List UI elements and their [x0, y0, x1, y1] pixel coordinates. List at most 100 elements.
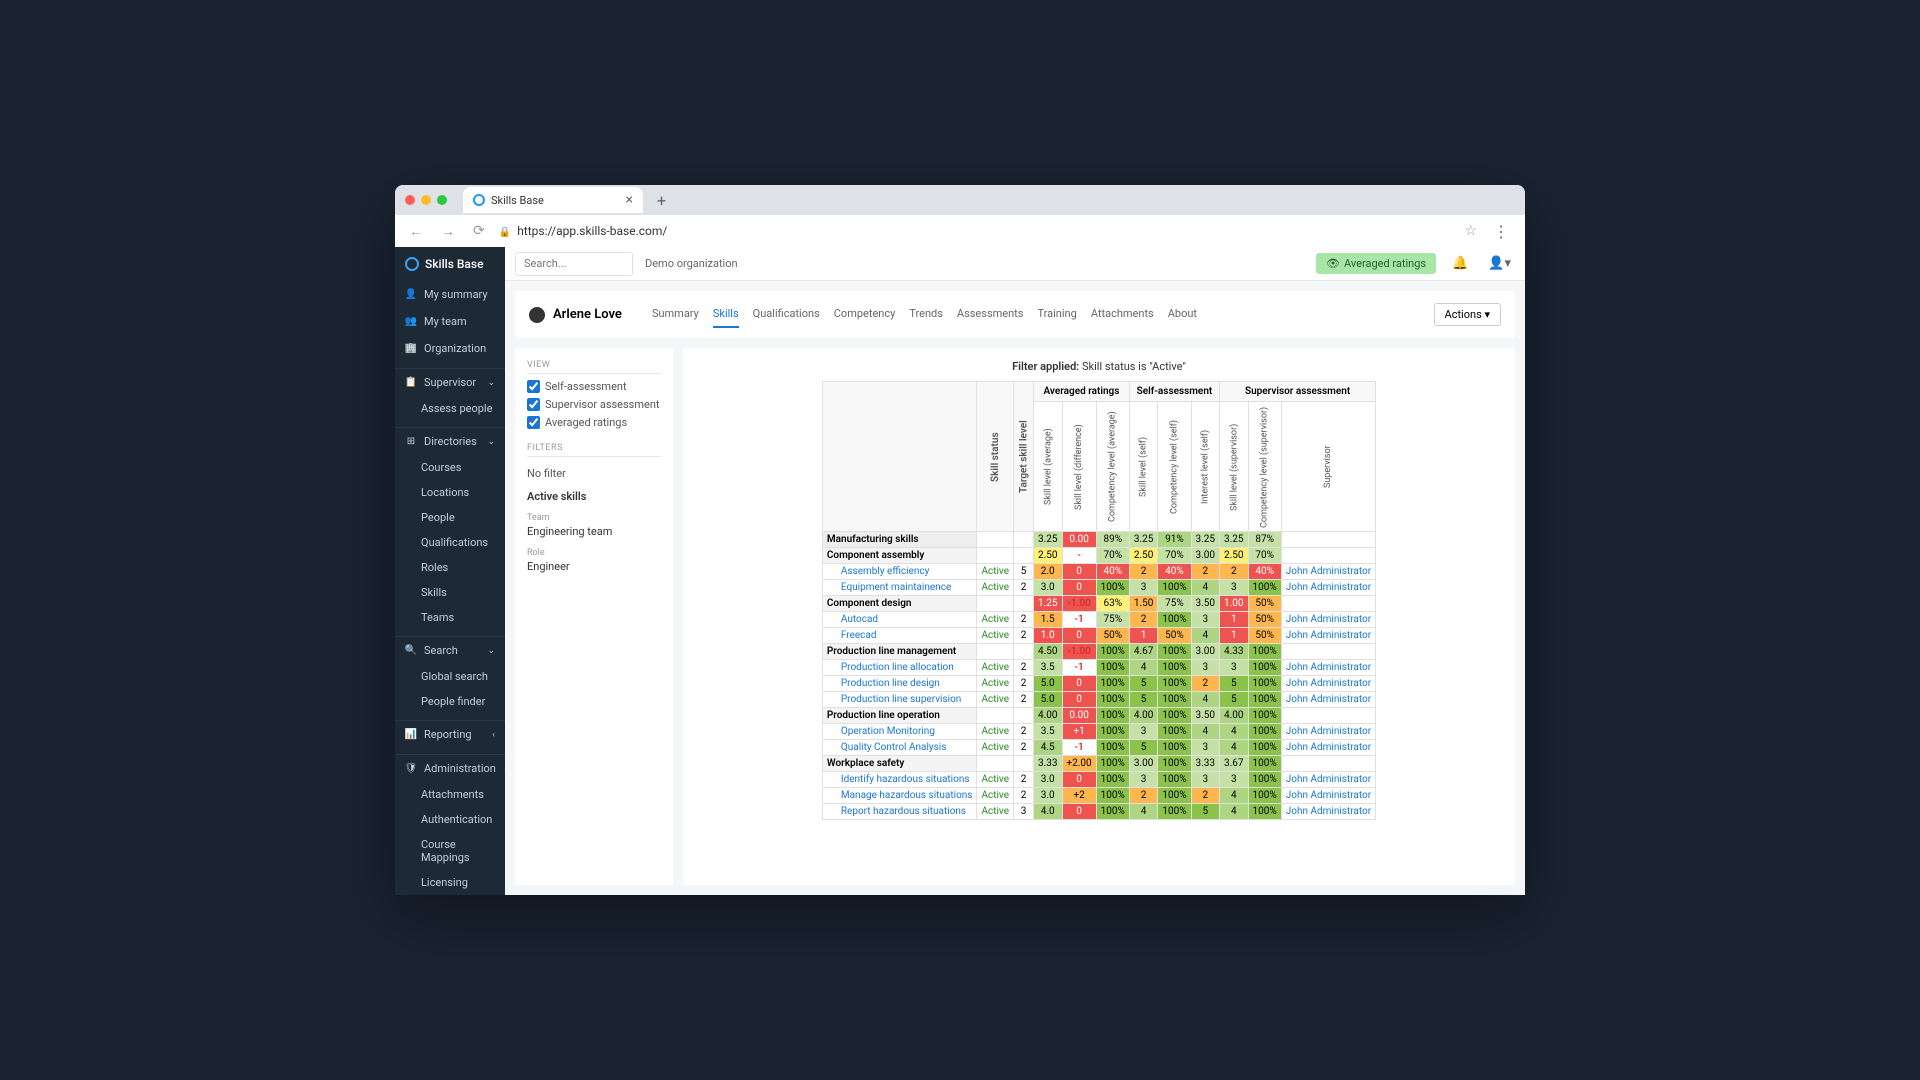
- table-row-label: Component assembly: [822, 548, 977, 564]
- tab-qualifications[interactable]: Qualifications: [753, 301, 820, 328]
- no-filter[interactable]: No filter: [527, 467, 661, 480]
- skill-link[interactable]: Assembly efficiency: [822, 564, 977, 580]
- check-averaged-ratings[interactable]: Averaged ratings: [527, 416, 661, 429]
- sidebar-section-supervisor[interactable]: 📋Supervisor⌄: [395, 368, 505, 396]
- averaged-ratings-pill[interactable]: 👁 Averaged ratings: [1316, 253, 1436, 274]
- skills-table: Skill statusTarget skill levelAveraged r…: [822, 381, 1376, 820]
- sidebar-item-roles[interactable]: Roles: [395, 555, 505, 580]
- table-row-label: Production line management: [822, 644, 977, 660]
- skill-link[interactable]: Identify hazardous situations: [822, 772, 977, 788]
- skill-link[interactable]: Autocad: [822, 612, 977, 628]
- sidebar-section-search[interactable]: 🔍Search⌄: [395, 636, 505, 664]
- check-supervisor-assessment[interactable]: Supervisor assessment: [527, 398, 661, 411]
- sidebar-item-organization[interactable]: 🏢Organization: [395, 335, 505, 362]
- active-skills-filter[interactable]: Active skills: [527, 490, 661, 503]
- supervisor-link[interactable]: John Administrator: [1281, 692, 1375, 708]
- table-row-label: Manufacturing skills: [822, 532, 977, 548]
- team-value: Engineering team: [527, 525, 661, 538]
- view-heading: VIEW: [527, 360, 661, 374]
- skill-link[interactable]: Production line supervision: [822, 692, 977, 708]
- supervisor-link[interactable]: John Administrator: [1281, 564, 1375, 580]
- browser-menu-icon[interactable]: ⋮: [1487, 222, 1515, 241]
- brand-icon: [405, 257, 419, 271]
- skill-link[interactable]: Equipment maintainence: [822, 580, 977, 596]
- sidebar-item-qualifications[interactable]: Qualifications: [395, 530, 505, 555]
- sidebar-item-course-mappings[interactable]: Course Mappings: [395, 832, 505, 870]
- topbar: Demo organization 👁 Averaged ratings 🔔 👤…: [505, 247, 1525, 281]
- tab-favicon-icon: [473, 194, 485, 206]
- skills-panel: Filter applied: Skill status is "Active"…: [683, 348, 1515, 885]
- tab-skills[interactable]: Skills: [713, 301, 739, 328]
- sidebar-item-people[interactable]: People: [395, 505, 505, 530]
- browser-tab[interactable]: Skills Base ×: [463, 187, 643, 213]
- supervisor-link[interactable]: John Administrator: [1281, 676, 1375, 692]
- forward-button[interactable]: →: [437, 221, 459, 242]
- new-tab-button[interactable]: +: [651, 191, 672, 210]
- lock-icon: [499, 224, 511, 238]
- chevron-icon: ‹: [492, 730, 495, 740]
- supervisor-link[interactable]: John Administrator: [1281, 628, 1375, 644]
- skill-link[interactable]: Quality Control Analysis: [822, 740, 977, 756]
- close-window-icon[interactable]: [405, 195, 415, 205]
- sidebar-section-reporting[interactable]: 📊Reporting‹: [395, 720, 505, 748]
- table-row: Report hazardous situationsActive34.0010…: [822, 804, 1375, 820]
- supervisor-link[interactable]: John Administrator: [1281, 580, 1375, 596]
- role-value: Engineer: [527, 560, 661, 573]
- skill-link[interactable]: Report hazardous situations: [822, 804, 977, 820]
- sidebar-item-courses[interactable]: Courses: [395, 455, 505, 480]
- back-button[interactable]: ←: [405, 221, 427, 242]
- skill-link[interactable]: Manage hazardous situations: [822, 788, 977, 804]
- sidebar-item-assess-people[interactable]: Assess people: [395, 396, 505, 421]
- nav-icon: 👤: [405, 289, 417, 301]
- supervisor-link[interactable]: John Administrator: [1281, 724, 1375, 740]
- supervisor-link[interactable]: John Administrator: [1281, 660, 1375, 676]
- sidebar-section-administration[interactable]: 🛡Administration⌄: [395, 754, 505, 782]
- section-icon: 🛡: [405, 763, 417, 775]
- sidebar-section-directories[interactable]: ⊞Directories⌄: [395, 427, 505, 455]
- sidebar-item-authentication[interactable]: Authentication: [395, 807, 505, 832]
- nav-icon: 🏢: [405, 343, 417, 355]
- tab-assessments[interactable]: Assessments: [957, 301, 1024, 328]
- bookmark-icon[interactable]: ☆: [1464, 223, 1477, 239]
- actions-button[interactable]: Actions ▾: [1434, 303, 1501, 326]
- url-bar[interactable]: https://app.skills-base.com/: [499, 224, 1455, 238]
- supervisor-link[interactable]: John Administrator: [1281, 612, 1375, 628]
- tab-trends[interactable]: Trends: [909, 301, 943, 328]
- sidebar-item-licensing[interactable]: Licensing: [395, 870, 505, 895]
- search-input[interactable]: [515, 252, 633, 276]
- tab-title: Skills Base: [491, 194, 544, 207]
- role-label: Role: [527, 548, 661, 558]
- skill-link[interactable]: Operation Monitoring: [822, 724, 977, 740]
- minimize-window-icon[interactable]: [421, 195, 431, 205]
- sidebar-item-my-team[interactable]: 👥My team: [395, 308, 505, 335]
- sidebar-item-my-summary[interactable]: 👤My summary: [395, 281, 505, 308]
- tab-close-icon[interactable]: ×: [626, 192, 633, 208]
- supervisor-link[interactable]: John Administrator: [1281, 772, 1375, 788]
- person-name: Arlene Love: [553, 307, 622, 322]
- skill-link[interactable]: Freecad: [822, 628, 977, 644]
- notifications-icon[interactable]: 🔔: [1448, 256, 1472, 271]
- supervisor-link[interactable]: John Administrator: [1281, 740, 1375, 756]
- reload-button[interactable]: ⟳: [469, 221, 489, 241]
- sidebar-item-people-finder[interactable]: People finder: [395, 689, 505, 714]
- user-menu-icon[interactable]: 👤▾: [1484, 256, 1515, 271]
- check-self-assessment[interactable]: Self-assessment: [527, 380, 661, 393]
- tab-competency[interactable]: Competency: [834, 301, 896, 328]
- skill-link[interactable]: Production line design: [822, 676, 977, 692]
- sidebar-item-locations[interactable]: Locations: [395, 480, 505, 505]
- tab-about[interactable]: About: [1168, 301, 1197, 328]
- section-icon: ⊞: [405, 436, 417, 448]
- tab-attachments[interactable]: Attachments: [1091, 301, 1154, 328]
- supervisor-link[interactable]: John Administrator: [1281, 788, 1375, 804]
- sidebar-item-global-search[interactable]: Global search: [395, 664, 505, 689]
- table-row: FreecadActive21.0050%150%4150%John Admin…: [822, 628, 1375, 644]
- sidebar-item-skills[interactable]: Skills: [395, 580, 505, 605]
- brand[interactable]: Skills Base: [395, 247, 505, 281]
- tab-training[interactable]: Training: [1037, 301, 1076, 328]
- skill-link[interactable]: Production line allocation: [822, 660, 977, 676]
- sidebar-item-attachments[interactable]: Attachments: [395, 782, 505, 807]
- supervisor-link[interactable]: John Administrator: [1281, 804, 1375, 820]
- sidebar-item-teams[interactable]: Teams: [395, 605, 505, 630]
- tab-summary[interactable]: Summary: [652, 301, 699, 328]
- maximize-window-icon[interactable]: [437, 195, 447, 205]
